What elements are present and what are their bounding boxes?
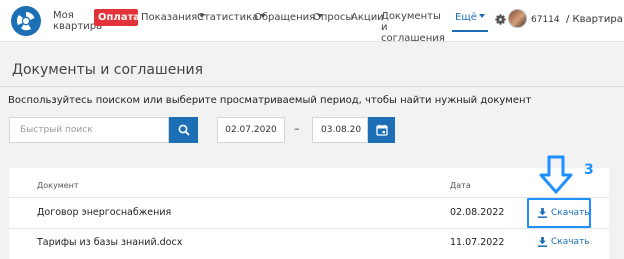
- download-label: Скачать: [551, 237, 590, 247]
- apartment-selector[interactable]: / Квартира: [566, 14, 624, 25]
- chevron-down-icon: [478, 14, 485, 18]
- nav-more[interactable]: Ещё: [455, 12, 485, 23]
- document-name[interactable]: Тарифы из базы знаний.docx: [37, 237, 182, 248]
- nav-meters-label: Показания: [141, 12, 198, 23]
- nav-my-apartment[interactable]: Моя квартира: [53, 10, 102, 32]
- date-to-field[interactable]: [312, 117, 368, 143]
- nav-more-active-indicator: [452, 30, 488, 32]
- document-date: 02.08.2022: [450, 207, 505, 218]
- calendar-icon: [375, 124, 388, 136]
- divider: [9, 197, 609, 198]
- document-date: 11.07.2022: [450, 237, 505, 248]
- search-button[interactable]: [169, 117, 198, 143]
- document-name[interactable]: Договор энергоснабжения: [37, 207, 171, 218]
- nav-pay-button[interactable]: Оплата: [94, 9, 149, 26]
- page-title: Документы и соглашения: [12, 62, 204, 78]
- step-number: 3: [584, 162, 594, 178]
- search-input[interactable]: [9, 117, 169, 143]
- avatar[interactable]: [508, 9, 527, 28]
- nav-pay-label: Оплата: [98, 12, 141, 23]
- highlight-box: [527, 198, 591, 228]
- rosatom-logo-icon[interactable]: [11, 6, 41, 36]
- calendar-button[interactable]: [368, 117, 395, 143]
- arrow-down-icon: [539, 155, 573, 194]
- gear-icon[interactable]: [494, 13, 507, 26]
- user-id[interactable]: 67114: [531, 15, 560, 25]
- search-hint: Воспользуйтесь поиском или выберите прос…: [8, 95, 532, 106]
- divider: [0, 86, 624, 87]
- nav-promos[interactable]: Акции: [351, 12, 384, 24]
- date-range-separator: –: [294, 122, 300, 135]
- nav-meters[interactable]: Показания: [141, 12, 206, 24]
- divider: [9, 228, 609, 229]
- column-header-document: Документ: [37, 181, 79, 190]
- nav-polls[interactable]: Опросы: [313, 12, 353, 24]
- column-header-date: Дата: [450, 181, 471, 190]
- download-icon: [538, 237, 547, 247]
- download-button[interactable]: Скачать: [538, 237, 590, 247]
- nav-documents[interactable]: Документы и соглашения: [381, 11, 445, 44]
- nav-requests-label: Обращения: [254, 12, 316, 23]
- nav-statistics-label: Статистика: [197, 12, 259, 23]
- date-from-field[interactable]: [217, 117, 285, 143]
- search-icon: [178, 124, 190, 136]
- top-navigation-bar: Моя квартира Оплата Показания Статистика…: [0, 0, 624, 44]
- apartment-label: / Квартира: [566, 14, 623, 25]
- nav-more-label: Ещё: [455, 12, 477, 23]
